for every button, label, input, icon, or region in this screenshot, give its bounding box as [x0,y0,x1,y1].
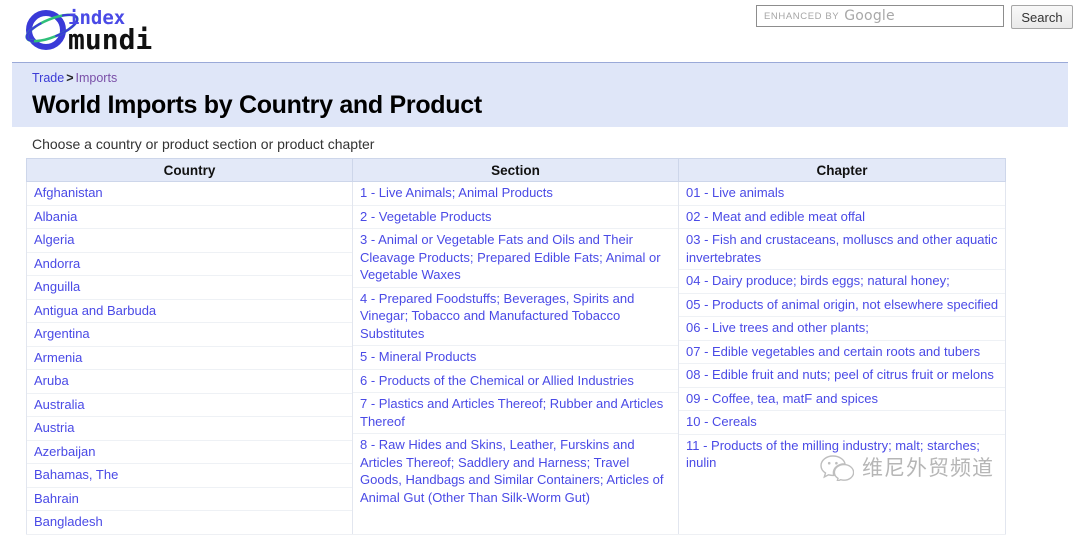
list-item[interactable]: 01 - Live animals [679,182,1005,206]
chapter-link[interactable]: 07 - Edible vegetables and certain roots… [686,344,980,359]
chapter-link[interactable]: 08 - Edible fruit and nuts; peel of citr… [686,367,994,382]
chapter-link[interactable]: 06 - Live trees and other plants; [686,320,869,335]
chapter-link[interactable]: 10 - Cereals [686,414,757,429]
list-item[interactable]: 02 - Meat and edible meat offal [679,206,1005,229]
list-item[interactable]: Bahamas, The [27,464,352,488]
logo-text-mundi: mundi [68,23,152,54]
list-item[interactable]: 2 - Vegetable Products [353,206,678,229]
list-item[interactable]: Austria [27,417,352,441]
list-item[interactable]: 8 - Raw Hides and Skins, Leather, Furski… [353,434,678,509]
country-link[interactable]: Azerbaijan [34,444,95,459]
list-item[interactable]: Anguilla [27,276,352,300]
list-item[interactable]: 4 - Prepared Foodstuffs; Beverages, Spir… [353,288,678,346]
search-input[interactable]: ENHANCED BY Google [756,5,1004,27]
section-link[interactable]: 8 - Raw Hides and Skins, Leather, Furski… [360,437,664,505]
breadcrumb: Trade > Imports [32,70,1068,87]
country-link[interactable]: Albania [34,209,77,224]
list-item[interactable]: 08 - Edible fruit and nuts; peel of citr… [679,364,1005,388]
section-link[interactable]: 6 - Products of the Chemical or Allied I… [360,373,634,388]
breadcrumb-link-imports[interactable]: Imports [76,71,118,85]
instruction-text: Choose a country or product section or p… [32,136,375,152]
breadcrumb-link-trade[interactable]: Trade [32,71,64,85]
title-band: Trade > Imports World Imports by Country a… [12,62,1068,127]
list-item[interactable]: Afghanistan [27,182,352,206]
list-item[interactable]: 04 - Dairy produce; birds eggs; natural … [679,270,1005,294]
list-item[interactable]: 11 - Products of the milling industry; m… [679,435,1005,475]
search-placeholder-google: Google [844,8,895,24]
list-item[interactable]: Armenia [27,347,352,370]
search-area: ENHANCED BY Google Search [756,5,1073,29]
logo-graphic: index mundi [25,7,152,54]
section-link[interactable]: 7 - Plastics and Articles Thereof; Rubbe… [360,396,663,429]
list-item[interactable]: Argentina [27,323,352,347]
chapter-link[interactable]: 04 - Dairy produce; birds eggs; natural … [686,273,950,288]
list-item[interactable]: 3 - Animal or Vegetable Fats and Oils an… [353,229,678,288]
list-item[interactable]: Australia [27,394,352,417]
country-link[interactable]: Armenia [34,350,82,365]
country-link[interactable]: Argentina [34,326,90,341]
section-link[interactable]: 3 - Animal or Vegetable Fats and Oils an… [360,232,661,282]
country-link[interactable]: Afghanistan [34,185,103,200]
list-item[interactable]: 09 - Coffee, tea, matF and spices [679,388,1005,411]
page-title: World Imports by Country and Product [32,91,482,119]
column-header-section: Section [352,158,679,182]
selection-table-wrapper: Country Section Chapter Afghanistan Alban… [26,158,1006,535]
section-link[interactable]: 4 - Prepared Foodstuffs; Beverages, Spir… [360,291,634,341]
list-item[interactable]: 06 - Live trees and other plants; [679,317,1005,341]
chapter-link[interactable]: 03 - Fish and crustaceans, molluscs and … [686,232,997,265]
selection-table: Country Section Chapter Afghanistan Alban… [26,158,1006,535]
chapter-link[interactable]: 02 - Meat and edible meat offal [686,209,865,224]
list-item[interactable]: Andorra [27,253,352,276]
country-link[interactable]: Algeria [34,232,74,247]
chapter-link[interactable]: 01 - Live animals [686,185,784,200]
list-item[interactable]: Azerbaijan [27,441,352,464]
list-item[interactable]: 7 - Plastics and Articles Thereof; Rubbe… [353,393,678,434]
country-link[interactable]: Anguilla [34,279,80,294]
section-link[interactable]: 5 - Mineral Products [360,349,476,364]
section-column: 1 - Live Animals; Animal Products 2 - Veg… [352,181,679,535]
list-item[interactable]: 07 - Edible vegetables and certain roots… [679,341,1005,364]
list-item[interactable]: 05 - Products of animal origin, not else… [679,294,1005,317]
chapter-link[interactable]: 09 - Coffee, tea, matF and spices [686,391,878,406]
list-item[interactable]: Bahrain [27,488,352,511]
table-header-row: Country Section Chapter [26,158,1006,182]
country-link[interactable]: Bahamas, The [34,467,118,482]
search-placeholder-enhanced: ENHANCED BY [764,10,840,22]
site-header: index mundi ENHANCED BY Google Search [0,0,1080,62]
search-button[interactable]: Search [1011,5,1073,29]
table-body-row: Afghanistan Albania Algeria Andorra Anguilla… [26,181,1006,535]
country-link[interactable]: Austria [34,420,74,435]
indexmundi-logo[interactable]: index mundi [22,4,202,54]
breadcrumb-separator: > [66,71,74,85]
list-item[interactable]: Algeria [27,229,352,253]
chapter-column: 01 - Live animals 02 - Meat and edible me… [678,181,1006,535]
section-link[interactable]: 2 - Vegetable Products [360,209,492,224]
section-link[interactable]: 1 - Live Animals; Animal Products [360,185,553,200]
list-item[interactable]: 03 - Fish and crustaceans, molluscs and … [679,229,1005,270]
chapter-link[interactable]: 05 - Products of animal origin, not else… [686,297,998,312]
column-header-country: Country [26,158,353,182]
country-link[interactable]: Aruba [34,373,69,388]
country-link[interactable]: Bangladesh [34,514,103,529]
list-item[interactable]: 5 - Mineral Products [353,346,678,370]
list-item[interactable]: Antigua and Barbuda [27,300,352,323]
list-item[interactable]: Aruba [27,370,352,394]
country-link[interactable]: Antigua and Barbuda [34,303,156,318]
list-item[interactable]: Albania [27,206,352,229]
chapter-link[interactable]: 11 - Products of the milling industry; m… [686,438,980,471]
list-item[interactable]: 10 - Cereals [679,411,1005,435]
country-link[interactable]: Australia [34,397,85,412]
list-item[interactable]: 1 - Live Animals; Animal Products [353,182,678,206]
list-item[interactable]: 6 - Products of the Chemical or Allied I… [353,370,678,393]
list-item[interactable]: Bangladesh [27,511,352,534]
country-link[interactable]: Andorra [34,256,80,271]
country-column: Afghanistan Albania Algeria Andorra Anguilla… [26,181,353,535]
country-link[interactable]: Bahrain [34,491,79,506]
column-header-chapter: Chapter [678,158,1006,182]
